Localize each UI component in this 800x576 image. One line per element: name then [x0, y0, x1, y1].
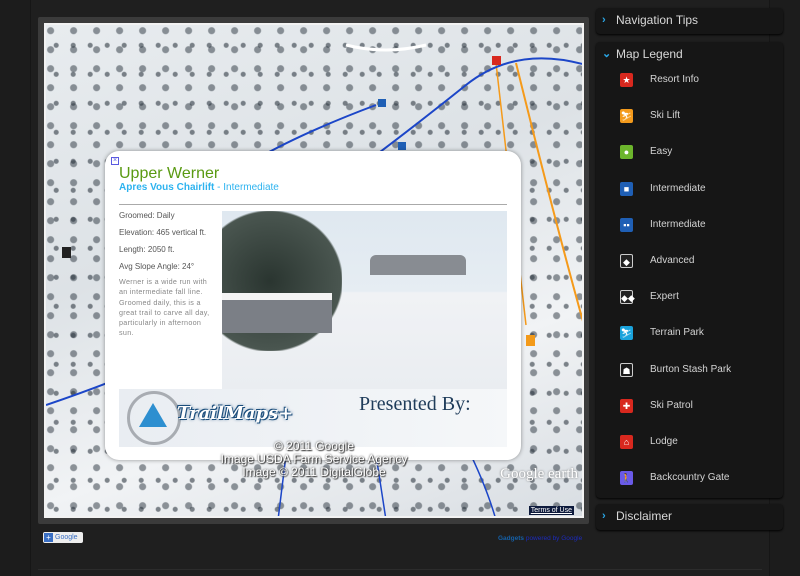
mountain-icon — [139, 403, 167, 427]
google-earth-watermark: Google earth — [500, 466, 578, 482]
add-to-google-button[interactable]: + Google — [43, 532, 83, 543]
green-circle-icon: ● — [620, 145, 633, 160]
fact-groomed: Groomed: Daily — [119, 211, 175, 220]
lodge-building — [222, 293, 332, 333]
trail-info-popup: × Upper Werner Apres Vous Chairlift - In… — [105, 151, 521, 460]
gadgets-credit: Gadgets powered by Google — [498, 535, 582, 542]
legend-label: Ski Lift — [650, 110, 681, 122]
lift-station — [370, 255, 466, 275]
navigation-tips-panel[interactable]: › Navigation Tips — [596, 8, 783, 34]
terrain-park-icon: ⛷ — [620, 326, 633, 341]
gadgets-link[interactable]: Gadgets — [498, 535, 524, 542]
trail-name: Upper Werner — [119, 165, 220, 182]
panel-title: Map Legend — [616, 47, 683, 61]
legend-label: Burton Stash Park — [650, 363, 732, 375]
divider — [38, 569, 762, 570]
star-icon: ★ — [620, 73, 633, 87]
lodge-icon: ⌂ — [620, 434, 633, 449]
black-diamond-icon: ◆ — [620, 253, 633, 268]
legend-item: ● Easy — [596, 142, 783, 178]
legend-item: ⛷ Ski Lift — [596, 106, 783, 142]
legend-label: Expert — [650, 291, 679, 303]
chevron-down-icon: ⌄ — [602, 48, 612, 60]
plus-icon: + — [44, 533, 53, 542]
button-label: Google — [55, 534, 78, 541]
double-black-diamond-icon: ◆◆ — [620, 290, 635, 305]
legend-item: ★ Resort Info — [596, 70, 783, 106]
blue-square-icon: ■ — [620, 181, 633, 196]
legend-item: ✚ Ski Patrol — [596, 396, 783, 432]
panel-title: Disclaimer — [616, 509, 673, 523]
legend-label: Lodge — [650, 435, 678, 447]
map-legend-panel: ⌄ Map Legend ★ Resort Info ⛷ Ski Lift ● Easy ■ I… — [596, 42, 783, 498]
separator: - — [214, 182, 224, 193]
legend-label: Intermediate — [650, 182, 706, 194]
legend-item: ⛷ Terrain Park — [596, 323, 783, 359]
fact-slope: Avg Slope Angle: 24° — [119, 262, 195, 271]
trail-subtitle: Apres Vous Chairlift - Intermediate — [119, 182, 279, 193]
fact-length: Length: 2050 ft. — [119, 245, 175, 254]
trail-facts: Groomed: Daily Elevation: 465 vertical f… — [119, 209, 219, 277]
legend-item: ▪▪ Intermediate — [596, 215, 783, 251]
legend-item: ⌂ Lodge — [596, 432, 783, 468]
fact-elevation: Elevation: 465 vertical ft. — [119, 228, 207, 237]
legend-label: Advanced — [650, 254, 695, 266]
trail-description: Werner is a wide run with an intermediat… — [119, 277, 210, 338]
legend-label: Resort Info — [650, 74, 699, 85]
legend-label: Intermediate — [650, 218, 706, 230]
divider — [119, 204, 507, 205]
ski-lift-icon: ⛷ — [620, 109, 633, 124]
double-blue-square-icon: ▪▪ — [620, 217, 633, 232]
close-icon[interactable]: × — [111, 157, 119, 165]
trailmaps-logo-text: TrailMaps+ — [177, 403, 294, 424]
chevron-right-icon: › — [602, 510, 606, 522]
map-legend-header[interactable]: ⌄ Map Legend — [596, 42, 783, 68]
presented-by: Presented By: — [359, 393, 471, 415]
legend-label: Terrain Park — [650, 327, 704, 339]
legend-item: 🚶 Backcountry Gate — [596, 468, 783, 504]
legend-label: Easy — [650, 146, 673, 158]
lift-name: Apres Vous Chairlift — [119, 182, 215, 193]
panel-title: Navigation Tips — [616, 13, 699, 27]
trail-photo — [222, 211, 507, 389]
chevron-right-icon: › — [602, 14, 606, 26]
legend-item: ☗ Burton Stash Park — [596, 360, 783, 396]
disclaimer-panel[interactable]: › Disclaimer — [596, 504, 783, 530]
legend-label: Backcountry Gate — [650, 472, 730, 484]
burton-stash-icon: ☗ — [620, 362, 633, 377]
legend-list: ★ Resort Info ⛷ Ski Lift ● Easy ■ Intermediate ▪… — [596, 68, 783, 504]
legend-item: ■ Intermediate — [596, 179, 783, 215]
ski-patrol-icon: ✚ — [620, 398, 633, 413]
powered-link[interactable]: powered by Google — [526, 535, 582, 542]
terms-of-use-link[interactable]: Terms of Use — [528, 506, 574, 515]
legend-item: ◆ Advanced — [596, 251, 783, 287]
backcountry-gate-icon: 🚶 — [620, 471, 633, 486]
difficulty: Intermediate — [223, 182, 279, 193]
legend-label: Ski Patrol — [650, 399, 693, 411]
legend-item: ◆◆ Expert — [596, 287, 783, 323]
